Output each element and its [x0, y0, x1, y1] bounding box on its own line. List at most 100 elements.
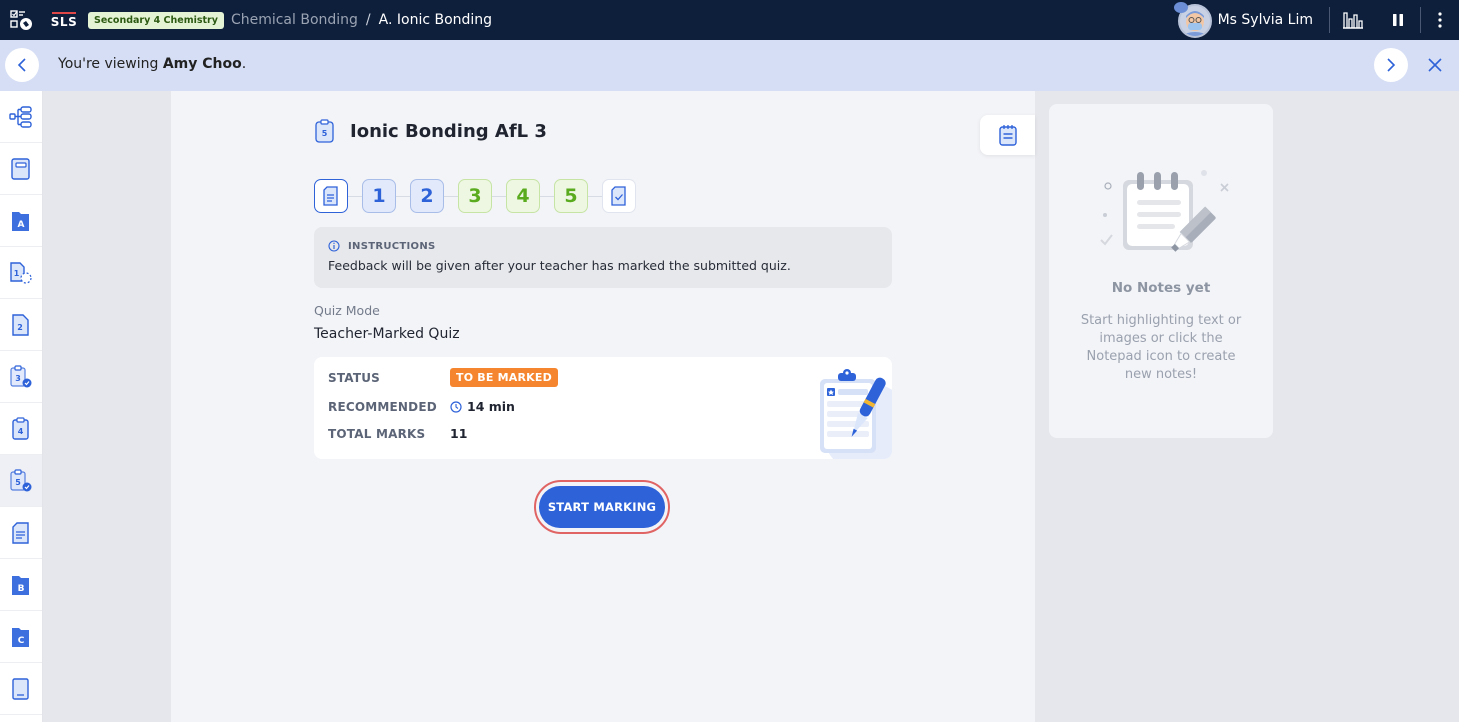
stats-bar-chart-icon — [1342, 12, 1363, 29]
step-connector — [396, 195, 410, 197]
instructions-heading: INSTRUCTIONS — [348, 240, 436, 252]
quiz-5-submitted-icon: 5 — [10, 468, 32, 491]
lesson-sidebar: A 1 2 3 4 5 B C — [0, 91, 43, 722]
user-avatar[interactable] — [1173, 2, 1212, 38]
more-options-button[interactable] — [1421, 0, 1459, 40]
viewing-student-bar: You're viewing Amy Choo. — [0, 40, 1459, 91]
apps-grid-icon — [10, 10, 32, 30]
step-question-1[interactable]: 1 — [362, 179, 396, 213]
svg-text:3: 3 — [15, 374, 21, 383]
folder-b-icon: B — [12, 575, 29, 595]
document-icon — [12, 521, 29, 544]
step-question-4[interactable]: 4 — [506, 179, 540, 213]
instructions-text: Feedback will be given after your teache… — [328, 258, 791, 273]
student-name: Amy Choo — [162, 56, 242, 72]
pause-button[interactable] — [1375, 0, 1420, 40]
notes-panel: No Notes yet Start highlighting text or … — [1049, 104, 1273, 438]
status-row: STATUS TO BE MARKED — [328, 368, 558, 387]
sidebar-item-folder-c[interactable]: C — [0, 611, 42, 663]
step-question-3[interactable]: 3 — [458, 179, 492, 213]
notepad-toggle-button[interactable] — [980, 115, 1035, 155]
start-marking-button[interactable]: START MARKING — [539, 486, 665, 528]
notes-empty-message: Start highlighting text or images or cli… — [1080, 313, 1242, 382]
chevron-left-icon — [17, 58, 26, 72]
step-connector — [588, 195, 602, 197]
quiz-title: Ionic Bonding AfL 3 — [350, 120, 547, 142]
quiz-4-icon: 4 — [12, 416, 29, 440]
notes-empty-title: No Notes yet — [1111, 280, 1211, 296]
sidebar-item-quiz-3[interactable]: 3 — [0, 351, 42, 403]
info-icon — [328, 240, 340, 252]
step-connector — [492, 195, 506, 197]
chevron-right-icon — [1387, 58, 1396, 72]
status-badge: TO BE MARKED — [450, 368, 558, 387]
svg-text:A: A — [18, 220, 25, 230]
sidebar-item-quiz-5[interactable]: 5 — [0, 455, 42, 507]
stats-button[interactable] — [1330, 0, 1375, 40]
question-stepper: 1 2 3 4 5 — [314, 179, 636, 213]
quiz-info-card: STATUS TO BE MARKED RECOMMENDED 14 min T… — [314, 357, 892, 459]
svg-text:4: 4 — [18, 427, 24, 436]
svg-text:1: 1 — [14, 269, 20, 278]
sidebar-item-folder-a[interactable]: A — [0, 195, 42, 247]
quiz-overview-panel: 5 Ionic Bonding AfL 3 1 2 3 4 5 INSTRUCT… — [171, 91, 1035, 722]
quiz-3-submitted-icon: 3 — [10, 364, 32, 387]
next-student-button[interactable] — [1374, 48, 1408, 82]
page-1-in-progress-icon: 1 — [10, 261, 32, 284]
sidebar-item-page-2[interactable]: 2 — [0, 299, 42, 351]
clock-icon — [450, 400, 462, 413]
step-instructions[interactable] — [314, 179, 348, 213]
recommended-label: RECOMMENDED — [328, 399, 437, 414]
page-2-icon: 2 — [12, 313, 29, 336]
apps-menu-button[interactable] — [0, 0, 44, 40]
close-viewing-button[interactable] — [1424, 54, 1446, 76]
sidebar-item-page-1[interactable]: 1 — [0, 247, 42, 299]
step-question-5[interactable]: 5 — [554, 179, 588, 213]
subject-badge: Secondary 4 Chemistry — [88, 11, 224, 29]
close-icon — [1428, 58, 1442, 72]
sidebar-item-book[interactable] — [0, 663, 42, 715]
quiz-header: 5 Ionic Bonding AfL 3 — [314, 119, 547, 143]
sidebar-item-document[interactable] — [0, 507, 42, 559]
svg-text:5: 5 — [15, 478, 21, 487]
total-marks-value: 11 — [450, 426, 468, 441]
svg-text:5: 5 — [322, 129, 328, 138]
empty-notepad-illustration — [1100, 170, 1229, 252]
step-submission[interactable] — [602, 179, 636, 213]
user-name[interactable]: Ms Sylvia Lim — [1218, 12, 1313, 28]
svg-text:C: C — [18, 636, 25, 646]
recommended-value: 14 min — [467, 399, 515, 414]
clipboard-pen-illustration — [820, 369, 892, 459]
quiz-clipboard-icon: 5 — [315, 119, 334, 143]
book-icon — [12, 677, 29, 700]
svg-text:B: B — [18, 584, 25, 594]
step-question-2[interactable]: 2 — [410, 179, 444, 213]
sidebar-item-lesson-map[interactable] — [0, 91, 42, 143]
top-nav-bar: SLS Secondary 4 Chemistry Chemical Bondi… — [0, 0, 1459, 40]
viewing-eye-icon — [1173, 2, 1188, 13]
instructions-box: INSTRUCTIONS Feedback will be given afte… — [314, 227, 892, 288]
recommended-row: RECOMMENDED 14 min — [328, 399, 515, 414]
lesson-map-icon — [9, 105, 32, 128]
start-marking-highlight: START MARKING — [534, 480, 670, 534]
previous-student-button[interactable] — [5, 48, 39, 82]
svg-text:2: 2 — [17, 323, 23, 332]
sidebar-item-quiz-4[interactable]: 4 — [0, 403, 42, 455]
folder-c-icon: C — [12, 627, 29, 647]
notebook-icon — [11, 157, 30, 180]
total-marks-row: TOTAL MARKS 11 — [328, 426, 467, 441]
more-vertical-icon — [1438, 12, 1442, 28]
submitted-check-icon — [611, 186, 626, 206]
status-label: STATUS — [328, 370, 381, 385]
sls-logo[interactable]: SLS — [50, 11, 78, 29]
step-connector — [540, 195, 554, 197]
breadcrumb-chemical-bonding[interactable]: Chemical Bonding — [231, 12, 358, 28]
sidebar-item-notebook[interactable] — [0, 143, 42, 195]
step-connector — [444, 195, 458, 197]
quiz-mode-label: Quiz Mode — [314, 303, 380, 318]
sidebar-item-folder-b[interactable]: B — [0, 559, 42, 611]
notepad-icon — [998, 125, 1017, 146]
pause-icon — [1392, 14, 1403, 26]
breadcrumb-separator: / — [365, 12, 371, 28]
folder-a-icon: A — [12, 211, 29, 231]
